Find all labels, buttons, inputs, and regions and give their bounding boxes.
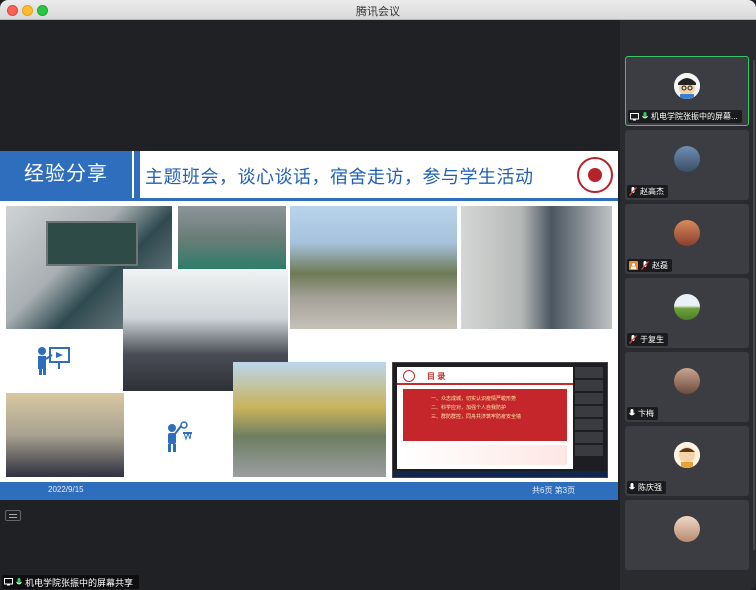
shared-screen-area[interactable]: 经验分享 主题班会，谈心谈话，宿舍走访，参与学生活动 目 录 一、众志成城，切实… — [0, 20, 620, 590]
slide-title: 主题班会，谈心谈话，宿舍走访，参与学生活动 — [145, 167, 534, 187]
mic-muted-icon — [629, 335, 637, 344]
mic-on-icon — [642, 112, 648, 119]
mic-on-icon — [629, 483, 635, 490]
presenter-icon-panel — [6, 331, 122, 391]
participant-tile[interactable]: 赵高杰 — [625, 130, 749, 200]
participant-avatar — [674, 146, 700, 172]
screen-share-label: 机电学院张振中的屏幕共享 — [2, 575, 140, 589]
screen-share-icon — [630, 112, 639, 120]
participant-tile[interactable]: 卞梅 — [625, 352, 749, 422]
slide-page-counter: 共6页 第3页 — [532, 486, 576, 495]
slide-header-accent — [134, 151, 140, 198]
participant-tile[interactable]: 机电学院张振中的屏幕... — [625, 56, 749, 126]
inset-taskbar — [393, 471, 607, 477]
participant-name: 机电学院张振中的屏幕... — [651, 112, 738, 121]
university-seal-logo — [577, 157, 613, 193]
outdoor-basketball-photo — [233, 362, 386, 477]
participant-name: 赵高杰 — [640, 187, 664, 196]
inset-toc-title: 目 录 — [427, 372, 446, 381]
presentation-slide: 经验分享 主题班会，谈心谈话，宿舍走访，参与学生活动 目 录 一、众志成城，切实… — [0, 151, 618, 500]
inset-shared-screenshot: 目 录 一、众志成城，切实认识疫情严峻形势 二、科学应对，加强个人自我防护 三、… — [392, 362, 608, 478]
inset-toc-line: 三、群防群控，同舟共济筑牢防疫安全墙 — [431, 414, 522, 420]
mic-muted-icon — [641, 261, 649, 270]
mic-on-icon — [629, 409, 635, 416]
screen-share-icon — [4, 578, 13, 586]
sidebar-scrollbar[interactable] — [753, 60, 755, 550]
participant-sidebar[interactable]: 机电学院张振中的屏幕... 赵高杰 赵磊 于复生 卞梅 陈庆强 — [620, 20, 756, 590]
participant-name: 卞梅 — [638, 409, 654, 418]
basketball-icon-panel — [125, 393, 231, 477]
participant-tile[interactable]: 于复生 — [625, 278, 749, 348]
basketball-court-photo — [290, 206, 457, 329]
mini-controls-icon[interactable] — [5, 510, 21, 521]
slide-date: 2022/9/15 — [48, 485, 84, 494]
mic-muted-icon — [629, 187, 637, 196]
inset-toc-body: 一、众志成城，切实认识疫情严峻形势 二、科学应对，加强个人自我防护 三、群防群控… — [403, 389, 567, 441]
slide-divider — [0, 198, 618, 201]
inset-logo-icon — [403, 370, 415, 382]
slide-section-label: 经验分享 — [0, 151, 132, 198]
inset-toc-line: 一、众志成城，切实认识疫情严峻形势 — [431, 396, 517, 402]
screen-share-owner: 机电学院张振中的屏幕共享 — [25, 577, 134, 588]
participant-tile[interactable]: 赵磊 — [625, 204, 749, 274]
participant-avatar — [674, 368, 700, 394]
basketball-player-icon — [168, 421, 192, 452]
dormitory-visit-photo — [6, 393, 124, 477]
inset-participant-tiles — [575, 367, 603, 467]
tug-of-war-photo — [178, 206, 286, 269]
participant-avatar — [674, 220, 700, 246]
participant-name: 于复生 — [640, 335, 664, 344]
presenter-icon — [38, 347, 70, 375]
inset-toc-line: 二、科学应对，加强个人自我防护 — [431, 405, 507, 411]
cartoon-avatar — [674, 73, 700, 99]
video-off-icon — [629, 261, 638, 270]
meeting-window: 腾讯会议 经验分享 主题班会，谈心谈话，宿舍走访，参与学生活动 目 录 一、众志… — [0, 0, 756, 590]
participant-avatar — [674, 516, 700, 542]
participant-avatar — [674, 294, 700, 320]
participant-name: 赵磊 — [652, 261, 668, 270]
title-bar: 腾讯会议 — [0, 0, 756, 20]
participant-tile[interactable] — [625, 500, 749, 570]
office-talk-photo — [461, 206, 612, 329]
window-title: 腾讯会议 — [356, 6, 400, 18]
cartoon-avatar — [674, 442, 700, 468]
inset-footer-graphic — [403, 445, 567, 465]
participant-tile[interactable]: 陈庆强 — [625, 426, 749, 496]
slide-footer: 2022/9/15 共6页 第3页 — [0, 482, 618, 500]
mic-on-icon — [16, 577, 22, 584]
participant-name: 陈庆强 — [638, 483, 662, 492]
